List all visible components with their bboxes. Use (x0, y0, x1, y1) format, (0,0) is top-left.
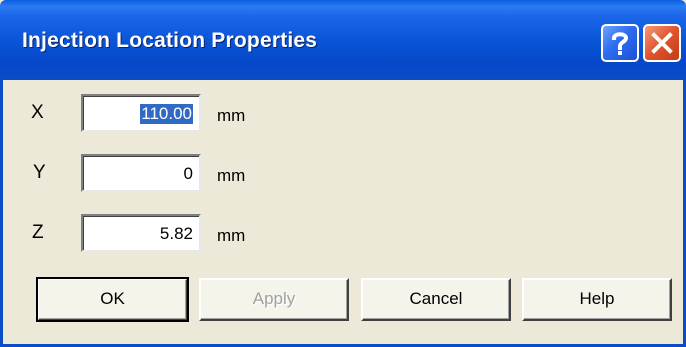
y-input[interactable]: 0 (81, 154, 201, 192)
y-value: 0 (183, 164, 193, 183)
title-bar[interactable]: Injection Location Properties (0, 0, 686, 80)
question-icon (611, 32, 629, 55)
y-unit: mm (217, 166, 246, 185)
help-titlebar-button[interactable] (601, 24, 639, 62)
help-button[interactable]: Help (522, 278, 672, 321)
close-titlebar-button[interactable] (643, 24, 681, 62)
cancel-button[interactable]: Cancel (361, 278, 511, 321)
window-border-left (0, 80, 3, 347)
z-label: Z (32, 222, 44, 243)
x-input[interactable]: 110.00 (81, 94, 201, 132)
close-icon (651, 32, 673, 54)
dialog-window: Injection Location Properties X 110.00 m… (0, 0, 686, 347)
x-value: 110.00 (140, 104, 193, 124)
x-unit: mm (217, 106, 246, 125)
ok-button[interactable]: OK (36, 277, 189, 322)
window-title: Injection Location Properties (22, 29, 318, 52)
y-label: Y (33, 162, 46, 183)
z-value: 5.82 (159, 224, 193, 243)
z-input[interactable]: 5.82 (81, 214, 201, 252)
z-unit: mm (217, 226, 246, 245)
x-label: X (31, 102, 44, 123)
apply-button[interactable]: Apply (199, 278, 349, 321)
